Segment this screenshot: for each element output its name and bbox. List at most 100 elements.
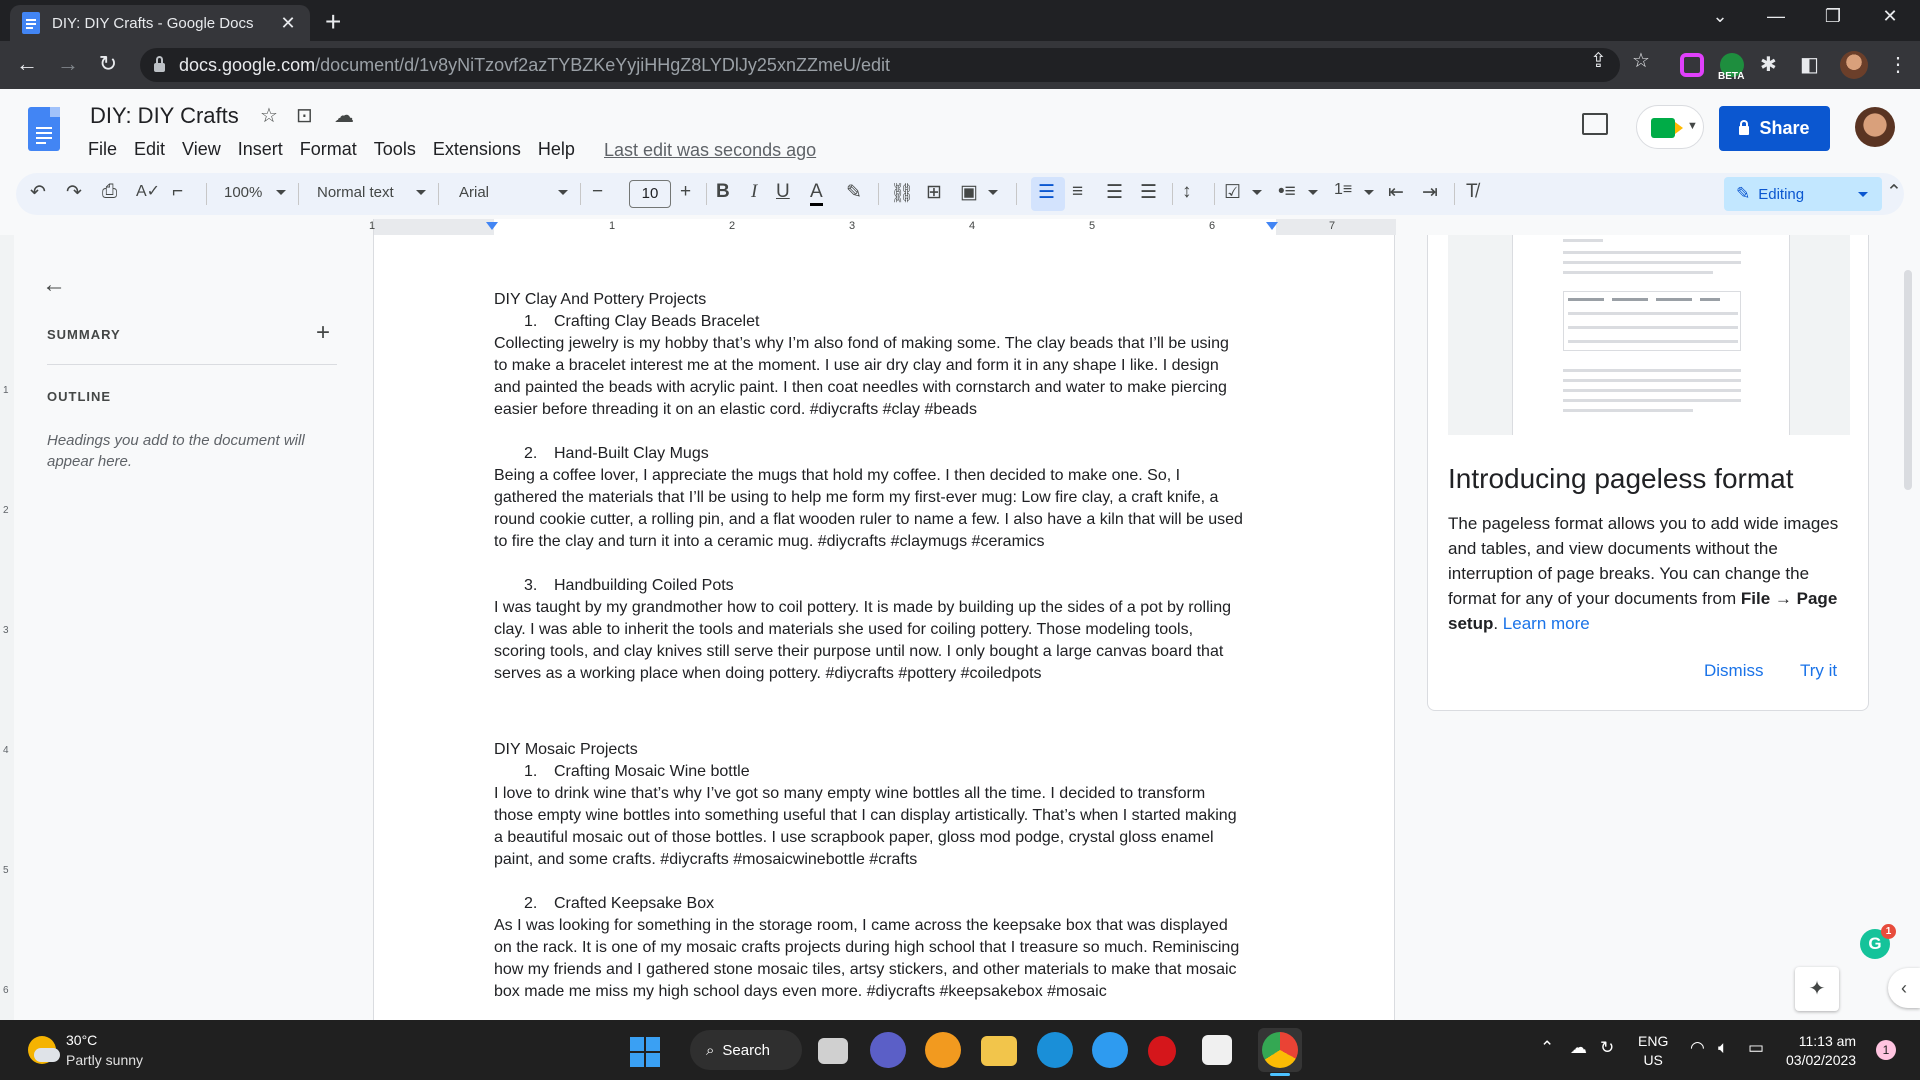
justify-icon[interactable]: ☰ — [1140, 181, 1157, 204]
tab-close-icon[interactable]: ✕ — [278, 13, 298, 34]
show-side-panel-icon[interactable]: ‹ — [1888, 968, 1920, 1008]
file-explorer-icon[interactable] — [981, 1036, 1017, 1066]
edge-icon[interactable] — [1037, 1032, 1073, 1068]
font-size-input[interactable]: 10 — [629, 180, 671, 208]
line-spacing-icon[interactable]: ↕ — [1182, 181, 1192, 203]
weather-partly-sunny-icon[interactable] — [28, 1036, 60, 1064]
cloud-status-icon[interactable]: ☁ — [334, 103, 354, 128]
bulleted-list-icon[interactable]: •≡ — [1278, 181, 1296, 203]
bookmark-star-icon[interactable]: ☆ — [1632, 48, 1650, 73]
decrease-font-size-icon[interactable]: − — [592, 181, 603, 203]
wifi-icon[interactable]: ◠ — [1690, 1038, 1705, 1058]
volume-icon[interactable]: 🔈︎ — [1718, 1038, 1728, 1058]
notification-badge[interactable]: 1 — [1876, 1040, 1896, 1060]
menu-tools[interactable]: Tools — [374, 139, 416, 160]
menu-insert[interactable]: Insert — [238, 139, 283, 160]
comment-history-icon[interactable] — [1582, 113, 1608, 135]
redo-icon[interactable]: ↷ — [66, 181, 82, 204]
docs-logo-icon[interactable] — [28, 107, 60, 151]
align-right-icon[interactable]: ☰ — [1106, 181, 1123, 204]
microsoft-store-icon[interactable] — [1202, 1035, 1232, 1065]
grammarly-icon[interactable]: G1 — [1860, 924, 1896, 959]
try-it-button[interactable]: Try it — [1800, 661, 1837, 681]
increase-font-size-icon[interactable]: + — [680, 181, 691, 203]
brave-icon[interactable] — [925, 1032, 961, 1068]
back-icon[interactable]: ← — [12, 51, 42, 77]
new-tab-icon[interactable]: + — [325, 6, 341, 38]
minimize-icon[interactable]: — — [1756, 6, 1796, 27]
share-page-icon[interactable]: ⇪ — [1590, 48, 1607, 73]
move-folder-icon[interactable]: ⊡ — [296, 103, 313, 128]
scrollbar[interactable] — [1904, 270, 1912, 490]
document-title[interactable]: DIY: DIY Crafts — [90, 103, 239, 129]
italic-icon[interactable]: I — [751, 181, 757, 203]
tab-search-icon[interactable]: ⌄ — [1700, 6, 1740, 27]
editing-mode-select[interactable]: ✎ Editing — [1724, 177, 1882, 211]
onedrive-cloud-icon[interactable]: ☁ — [1570, 1038, 1587, 1058]
opera-icon[interactable] — [1148, 1036, 1176, 1066]
text-color-icon[interactable]: A — [810, 181, 823, 206]
system-clock[interactable]: 11:13 am 03/02/2023 — [1786, 1032, 1856, 1070]
teams-chat-icon[interactable] — [870, 1032, 906, 1068]
browser-menu-icon[interactable]: ⋮ — [1888, 52, 1908, 77]
meet-button[interactable]: ▼ — [1636, 105, 1704, 149]
sync-icon[interactable]: ↻ — [1600, 1038, 1614, 1058]
left-indent-marker[interactable] — [486, 222, 498, 230]
last-edit-link[interactable]: Last edit was seconds ago — [604, 140, 816, 161]
highlight-color-icon[interactable]: ✎ — [846, 181, 862, 204]
numbered-list-icon[interactable]: 1≡ — [1334, 181, 1352, 199]
font-select[interactable]: Arial — [459, 184, 489, 201]
menu-help[interactable]: Help — [538, 139, 575, 160]
decrease-indent-icon[interactable]: ⇤ — [1388, 181, 1404, 204]
language-indicator[interactable]: ENG US — [1638, 1032, 1668, 1070]
windows-start-icon[interactable] — [630, 1037, 660, 1067]
menu-file[interactable]: File — [88, 139, 117, 160]
document-body[interactable]: DIY Clay And Pottery Projects 1. Crafting… — [494, 289, 1279, 1003]
task-view-icon[interactable] — [818, 1038, 848, 1064]
insert-link-icon[interactable]: ⛓ — [890, 181, 914, 205]
restore-icon[interactable]: ❐ — [1813, 6, 1853, 27]
learn-more-link[interactable]: Learn more — [1503, 614, 1590, 633]
align-center-icon[interactable]: ≡ — [1072, 181, 1083, 203]
menu-view[interactable]: View — [182, 139, 221, 160]
add-summary-icon[interactable]: + — [316, 319, 330, 347]
extension-color-icon[interactable] — [1680, 53, 1704, 77]
taskbar-search[interactable]: ⌕ Search — [690, 1030, 802, 1070]
paint-format-icon[interactable]: ⌐ — [172, 181, 183, 203]
explore-sparkle-icon[interactable]: ✦ — [1795, 967, 1839, 1011]
bold-icon[interactable]: B — [716, 181, 730, 203]
dismiss-button[interactable]: Dismiss — [1704, 661, 1764, 681]
show-hidden-icons-icon[interactable]: ⌃ — [1540, 1038, 1554, 1058]
right-indent-marker[interactable] — [1266, 222, 1278, 230]
side-panel-icon[interactable]: ◧ — [1800, 52, 1819, 77]
style-select[interactable]: Normal text — [317, 184, 394, 201]
forward-icon[interactable]: → — [53, 51, 83, 77]
battery-icon[interactable]: ▭ — [1748, 1038, 1764, 1058]
align-left-icon[interactable]: ☰ — [1038, 181, 1055, 204]
reload-icon[interactable]: ↻ — [93, 51, 123, 77]
document-page[interactable]: DIY Clay And Pottery Projects 1. Crafting… — [373, 235, 1395, 1020]
chrome-icon[interactable] — [1262, 1032, 1298, 1068]
browser-tab-active[interactable]: DIY: DIY Crafts - Google Docs ✕ — [10, 5, 310, 41]
account-avatar[interactable] — [1855, 107, 1895, 147]
share-button[interactable]: Share — [1719, 106, 1830, 151]
undo-icon[interactable]: ↶ — [30, 181, 46, 204]
menu-extensions[interactable]: Extensions — [433, 139, 521, 160]
help-app-icon[interactable] — [1092, 1032, 1128, 1068]
hide-menus-icon[interactable]: ⌃ — [1886, 181, 1902, 204]
close-outline-arrow-icon[interactable]: ← — [42, 271, 66, 299]
menu-format[interactable]: Format — [300, 139, 357, 160]
underline-icon[interactable]: U — [776, 181, 790, 203]
browser-profile-avatar[interactable] — [1840, 51, 1868, 79]
insert-image-icon[interactable]: ▣ — [960, 181, 978, 204]
increase-indent-icon[interactable]: ⇥ — [1422, 181, 1438, 204]
extensions-puzzle-icon[interactable]: ✱ — [1760, 52, 1777, 77]
address-bar[interactable]: docs.google.com /document/d/1v8yNiTzovf2… — [140, 48, 1620, 82]
spellcheck-icon[interactable]: A✓ — [136, 181, 160, 201]
print-icon[interactable]: ⎙ — [102, 181, 117, 203]
zoom-select[interactable]: 100% — [224, 184, 262, 201]
add-comment-icon[interactable]: ⊞ — [926, 181, 942, 204]
checklist-icon[interactable]: ☑ — [1224, 181, 1241, 204]
clear-formatting-icon[interactable]: T̸ — [1466, 181, 1478, 203]
close-window-icon[interactable]: ✕ — [1870, 6, 1910, 27]
